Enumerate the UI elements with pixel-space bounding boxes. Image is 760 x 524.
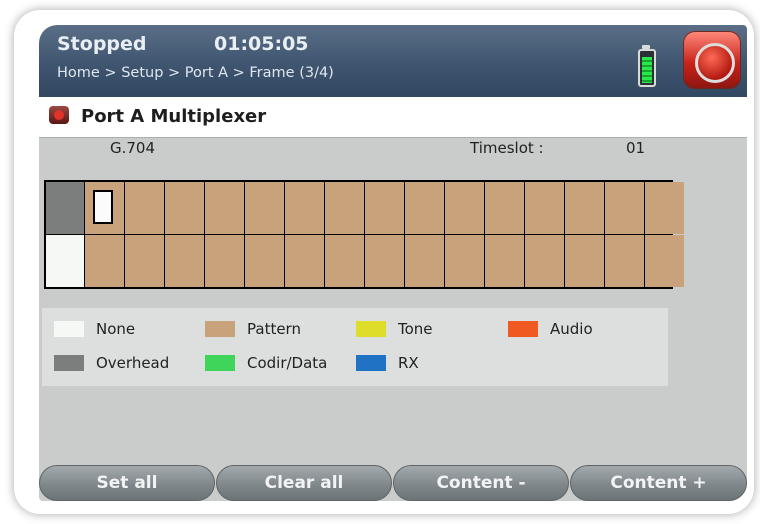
page-titlebar: Port A Multiplexer xyxy=(39,97,747,138)
timeslot-cell[interactable] xyxy=(245,235,284,287)
timeslot-cell[interactable] xyxy=(165,235,204,287)
battery-level-fill xyxy=(642,57,652,83)
timeslot-cell[interactable] xyxy=(525,235,564,287)
timeslot-cell[interactable] xyxy=(85,182,124,234)
timeslot-cell[interactable] xyxy=(285,235,324,287)
page-title: Port A Multiplexer xyxy=(81,106,267,127)
legend-item-codir-data: Codir/Data xyxy=(205,354,327,372)
timeslot-cell[interactable] xyxy=(46,235,84,287)
timeslot-cell[interactable] xyxy=(645,235,684,287)
timeslot-cell[interactable] xyxy=(405,235,444,287)
timeslot-cell[interactable] xyxy=(605,182,644,234)
timeslot-cell[interactable] xyxy=(205,235,244,287)
legend-item-rx: RX xyxy=(356,354,419,372)
selection-cursor xyxy=(93,190,113,224)
legend-item-audio: Audio xyxy=(508,320,593,338)
timeslot-cell[interactable] xyxy=(245,182,284,234)
softkey-bar: Set all Clear all Content - Content + xyxy=(39,465,747,501)
timeslot-cell[interactable] xyxy=(565,235,604,287)
timeslot-cell[interactable] xyxy=(285,182,324,234)
timeslot-cell[interactable] xyxy=(485,182,524,234)
legend-label: Codir/Data xyxy=(247,354,328,372)
legend-item-overhead: Overhead xyxy=(54,354,169,372)
app-home-icon[interactable] xyxy=(683,31,741,89)
legend-item-none: None xyxy=(54,320,135,338)
frame-standard: G.704 xyxy=(110,139,156,157)
timeslot-cell[interactable] xyxy=(365,235,404,287)
content-minus-button[interactable]: Content - xyxy=(393,465,569,501)
timeslot-cell[interactable] xyxy=(485,235,524,287)
set-all-button[interactable]: Set all xyxy=(39,465,215,501)
app-knob-icon xyxy=(695,43,735,83)
battery-icon xyxy=(638,49,656,87)
timeslot-cell[interactable] xyxy=(445,182,484,234)
legend-label: Tone xyxy=(398,320,433,338)
timeslot-cell[interactable] xyxy=(445,235,484,287)
clear-all-button[interactable]: Clear all xyxy=(216,465,392,501)
content-plus-button[interactable]: Content + xyxy=(570,465,747,501)
status-header: Stopped 01:05:05 Home > Setup > Port A >… xyxy=(39,25,747,97)
timeslot-cell[interactable] xyxy=(605,235,644,287)
timeslot-cell[interactable] xyxy=(325,235,364,287)
legend-label: Audio xyxy=(550,320,593,338)
legend-swatch-audio xyxy=(508,321,538,337)
timeslot-label: Timeslot : xyxy=(470,139,544,157)
timeslot-cell[interactable] xyxy=(365,182,404,234)
legend-swatch-overhead xyxy=(54,355,84,371)
legend-swatch-codir-data xyxy=(205,355,235,371)
legend-swatch-pattern xyxy=(205,321,235,337)
timeslot-cell[interactable] xyxy=(565,182,604,234)
breadcrumb[interactable]: Home > Setup > Port A > Frame (3/4) xyxy=(57,65,334,81)
timeslot-cell[interactable] xyxy=(645,182,684,234)
timeslot-cell[interactable] xyxy=(405,182,444,234)
legend-swatch-rx xyxy=(356,355,386,371)
legend-swatch-none xyxy=(54,321,84,337)
multiplexer-icon xyxy=(49,106,69,124)
timeslot-cell[interactable] xyxy=(85,235,124,287)
timeslot-cell[interactable] xyxy=(46,182,84,234)
timeslot-grid xyxy=(44,180,684,289)
legend-label: None xyxy=(96,320,136,338)
legend-label: RX xyxy=(398,354,419,372)
legend-swatch-tone xyxy=(356,321,386,337)
run-state: Stopped xyxy=(57,33,147,55)
legend-label: Pattern xyxy=(247,320,301,338)
legend-label: Overhead xyxy=(96,354,170,372)
legend-item-pattern: Pattern xyxy=(205,320,301,338)
timeslot-cell[interactable] xyxy=(125,182,164,234)
timeslot-value: 01 xyxy=(626,139,646,157)
legend: None Pattern Tone Audio Overhead Codir/D… xyxy=(42,308,668,386)
legend-item-tone: Tone xyxy=(356,320,433,338)
timeslot-cell[interactable] xyxy=(325,182,364,234)
timeslot-cell[interactable] xyxy=(125,235,164,287)
timeslot-cell[interactable] xyxy=(165,182,204,234)
elapsed-time: 01:05:05 xyxy=(214,33,309,55)
timeslot-cell[interactable] xyxy=(205,182,244,234)
timeslot-cell[interactable] xyxy=(525,182,564,234)
